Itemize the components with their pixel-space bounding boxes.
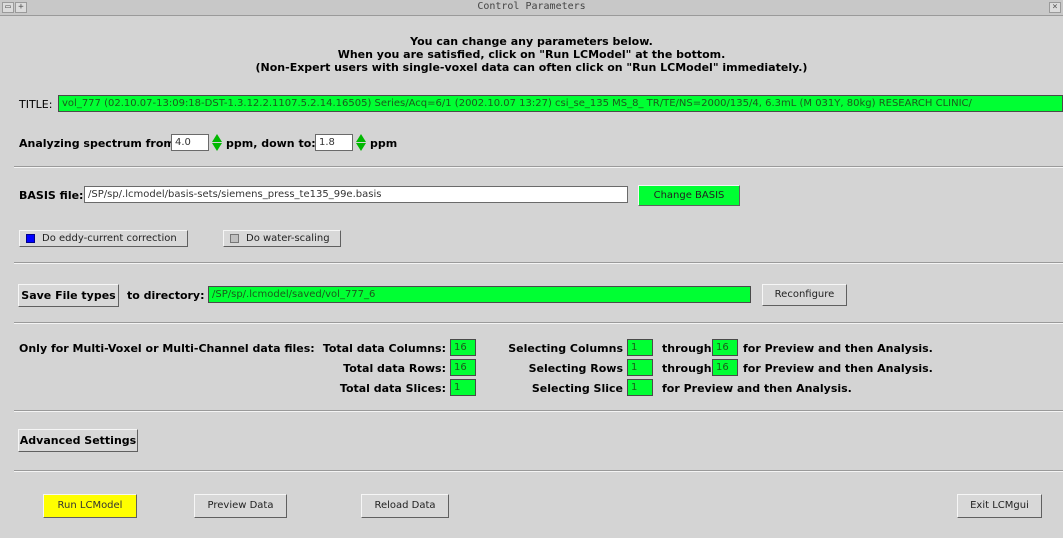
preview-note: for Preview and then Analysis. [743, 362, 933, 375]
title-label: TITLE: [19, 98, 53, 111]
advanced-settings-button[interactable]: Advanced Settings [18, 429, 138, 452]
reconfigure-button[interactable]: Reconfigure [762, 284, 847, 306]
checkbox-checked-icon [26, 234, 35, 243]
window-titlebar[interactable]: ▭ + Control Parameters × [0, 0, 1063, 16]
window-title: Control Parameters [477, 1, 586, 12]
ppm-to-input[interactable]: 1.8 [315, 134, 353, 151]
preview-note: for Preview and then Analysis. [743, 342, 933, 355]
ppm-to-spinner[interactable] [356, 134, 366, 151]
separator [14, 262, 1063, 264]
selecting-rows-to[interactable]: 16 [712, 359, 738, 376]
ppm-from-spinner[interactable] [212, 134, 222, 151]
save-file-types-button[interactable]: Save File types [18, 284, 119, 307]
selecting-columns-from[interactable]: 1 [627, 339, 653, 356]
separator [14, 322, 1063, 324]
through-label: through [662, 342, 712, 355]
total-slices-label: Total data Slices: [339, 382, 446, 395]
ppm-from-label: Analyzing spectrum from: [19, 137, 180, 150]
through-label: through [662, 362, 712, 375]
intro-line-1: You can change any parameters below. [410, 35, 653, 48]
intro-line-3: (Non-Expert users with single-voxel data… [255, 61, 808, 74]
checkbox-unchecked-icon [230, 234, 239, 243]
spin-up-icon[interactable] [212, 134, 222, 142]
selecting-rows-from[interactable]: 1 [627, 359, 653, 376]
ppm-from-input[interactable]: 4.0 [171, 134, 209, 151]
change-basis-button[interactable]: Change BASIS [638, 185, 740, 206]
separator [14, 166, 1063, 168]
eddy-current-label: Do eddy-current correction [42, 233, 177, 244]
total-rows-value: 16 [450, 359, 476, 376]
separator [14, 470, 1063, 472]
basis-label: BASIS file: [19, 189, 84, 202]
spin-down-icon[interactable] [356, 143, 366, 151]
reload-data-button[interactable]: Reload Data [361, 494, 449, 518]
eddy-current-checkbox[interactable]: Do eddy-current correction [19, 230, 188, 247]
water-scaling-label: Do water-scaling [246, 233, 330, 244]
preview-data-button[interactable]: Preview Data [194, 494, 287, 518]
intro-line-2: When you are satisfied, click on "Run LC… [337, 48, 726, 61]
preview-note: for Preview and then Analysis. [662, 382, 852, 395]
selecting-rows-label: Selecting Rows [528, 362, 623, 375]
basis-path-field[interactable]: /SP/sp/.lcmodel/basis-sets/siemens_press… [84, 186, 628, 203]
total-slices-value: 1 [450, 379, 476, 396]
title-field[interactable]: vol_777 (02.10.07-13:09:18-DST-1.3.12.2.… [58, 95, 1063, 112]
total-rows-label: Total data Rows: [343, 362, 446, 375]
to-directory-label: to directory: [127, 289, 205, 302]
total-columns-value: 16 [450, 339, 476, 356]
window-close-icon[interactable]: × [1049, 2, 1061, 13]
selecting-columns-to[interactable]: 16 [712, 339, 738, 356]
run-lcmodel-button[interactable]: Run LCModel [43, 494, 137, 518]
selecting-slice-label: Selecting Slice [531, 382, 623, 395]
ppm-end-label: ppm [370, 137, 398, 150]
multivoxel-heading: Only for Multi-Voxel or Multi-Channel da… [19, 342, 315, 355]
save-directory-field[interactable]: /SP/sp/.lcmodel/saved/vol_777_6 [208, 286, 751, 303]
ppm-mid-label: ppm, down to: [226, 137, 316, 150]
total-columns-label: Total data Columns: [322, 342, 446, 355]
water-scaling-checkbox[interactable]: Do water-scaling [223, 230, 341, 247]
exit-lcmgui-button[interactable]: Exit LCMgui [957, 494, 1042, 518]
separator [14, 410, 1063, 412]
selecting-slice-value[interactable]: 1 [627, 379, 653, 396]
selecting-columns-label: Selecting Columns [508, 342, 623, 355]
spin-up-icon[interactable] [356, 134, 366, 142]
spin-down-icon[interactable] [212, 143, 222, 151]
